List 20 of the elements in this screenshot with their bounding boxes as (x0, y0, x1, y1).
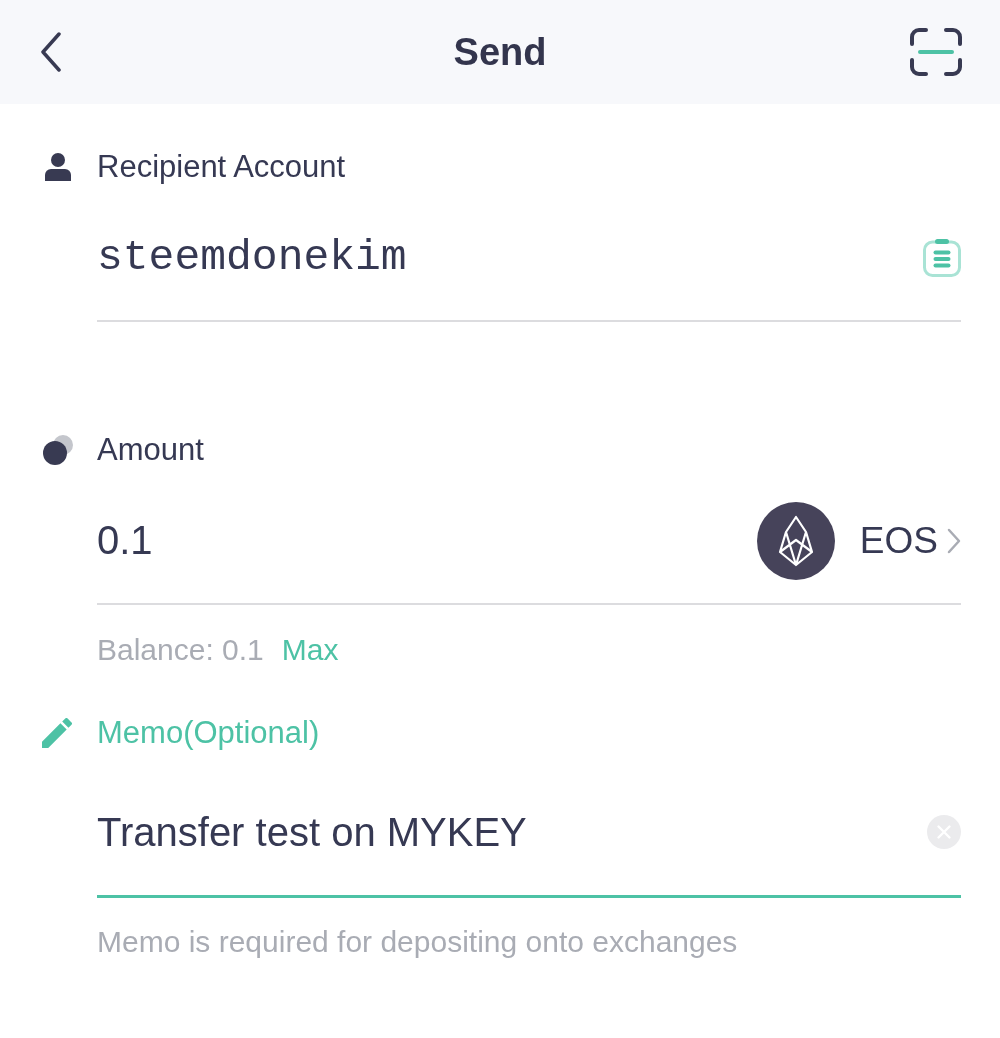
back-chevron-icon (40, 32, 62, 72)
pencil-icon (42, 718, 72, 748)
token-selector[interactable]: EOS (756, 501, 961, 580)
memo-input[interactable]: Transfer test on MYKEY (97, 802, 927, 862)
memo-hint: Memo is required for depositing onto exchanges (97, 925, 739, 959)
account-input[interactable]: steemdonekim (97, 227, 923, 288)
chevron-right-icon (947, 527, 961, 554)
token-logo-icon (756, 501, 835, 580)
field-label: Amount (97, 431, 204, 469)
amount-input[interactable]: 0.1 (97, 510, 757, 571)
coins-icon (43, 435, 73, 465)
person-icon (45, 153, 71, 181)
scan-button[interactable] (910, 28, 962, 76)
balance-text: Balance: 0.1 (97, 633, 264, 667)
clipboard-icon (923, 238, 961, 277)
scan-icon (910, 28, 962, 76)
field-label: Memo(Optional) (97, 714, 320, 752)
back-button[interactable] (38, 32, 64, 72)
field-label: Recipient Account (97, 148, 346, 186)
page-title: Send (453, 30, 547, 75)
